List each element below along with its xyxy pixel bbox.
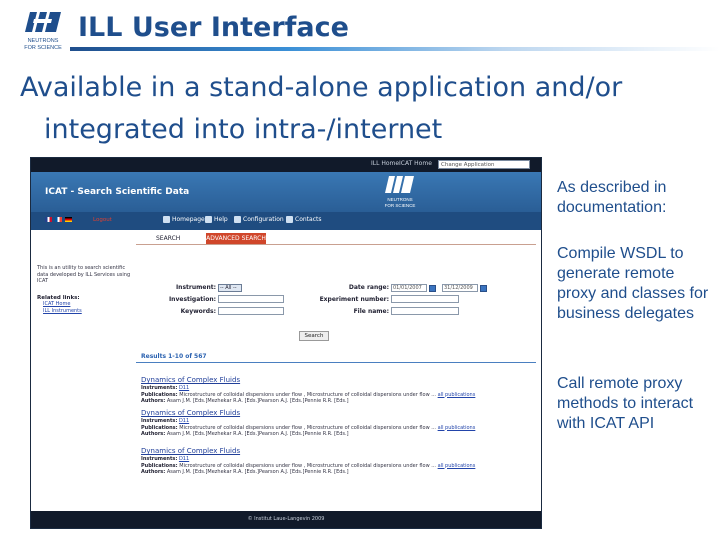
nav-configuration[interactable]: Configuration bbox=[234, 216, 284, 223]
result-title[interactable]: Dynamics of Complex Fluids bbox=[141, 409, 521, 418]
slide-subtitle-line-1: Available in a stand-alone application a… bbox=[20, 72, 623, 103]
result-title[interactable]: Dynamics of Complex Fluids bbox=[141, 376, 521, 385]
experiment-number-input[interactable] bbox=[391, 295, 459, 303]
bullet-compile-wsdl: Compile WSDL to generate remote proxy an… bbox=[557, 245, 709, 322]
instrument-label: Instrument: bbox=[175, 284, 216, 291]
result-item: Dynamics of Complex Fluids Instruments: … bbox=[141, 376, 521, 405]
help-icon bbox=[205, 216, 212, 223]
result-authors: Asam J.M. [Eds.]Mezhekar R.A. [Eds.]Pear… bbox=[166, 398, 349, 404]
tab-advanced-search[interactable]: ADVANCED SEARCH bbox=[206, 233, 266, 244]
all-publications-link[interactable]: all publications bbox=[438, 463, 476, 469]
bullet-call-remote-proxy: Call remote proxy methods to interact wi… bbox=[557, 375, 694, 432]
site-logo: NEUTRONS FOR SCIENCE bbox=[385, 176, 416, 208]
investigation-input[interactable] bbox=[218, 295, 284, 303]
nav-help[interactable]: Help bbox=[205, 216, 228, 223]
result-publications: Microstructure of colloidal dispersions … bbox=[179, 462, 437, 469]
nav-homepage[interactable]: Homepage bbox=[163, 216, 205, 223]
result-instrument-link[interactable]: D11 bbox=[179, 385, 189, 391]
date-range-label: Date range: bbox=[348, 284, 389, 291]
result-authors: Asam J.M. [Eds.]Mezhekar R.A. [Eds.]Pear… bbox=[166, 431, 349, 437]
slide-subtitle-line-2: integrated into intra-/internet bbox=[44, 114, 443, 145]
result-publications: Microstructure of colloidal dispersions … bbox=[179, 424, 437, 431]
flag-de-icon[interactable] bbox=[65, 217, 72, 222]
result-authors: Asam J.M. [Eds.]Mezhekar R.A. [Eds.]Pear… bbox=[166, 469, 349, 475]
site-title: ICAT - Search Scientific Data bbox=[45, 187, 190, 197]
flag-en-icon[interactable] bbox=[45, 217, 52, 222]
nav-contacts[interactable]: Contacts bbox=[286, 216, 321, 223]
file-name-input[interactable] bbox=[391, 307, 459, 315]
tab-divider bbox=[136, 244, 536, 245]
bullet-documentation: As described in documentation: bbox=[557, 179, 667, 216]
svg-text:NEUTRONS: NEUTRONS bbox=[387, 197, 412, 202]
date-from-input[interactable]: 01/01/2007 bbox=[391, 284, 427, 292]
sidebar-link-icat-home[interactable]: ICAT Home bbox=[43, 301, 137, 308]
results-count: Results 1-10 of 567 bbox=[141, 353, 207, 360]
sidebar: This is an utility to search scientific … bbox=[37, 265, 137, 365]
calendar-icon[interactable] bbox=[480, 285, 487, 292]
result-publications: Microstructure of colloidal dispersions … bbox=[179, 391, 437, 398]
result-item: Dynamics of Complex Fluids Instruments: … bbox=[141, 409, 521, 438]
result-instrument-link[interactable]: D11 bbox=[179, 418, 189, 424]
date-to-input[interactable]: 31/12/2009 bbox=[442, 284, 478, 292]
topbar-link-ill-home[interactable]: ILL Home bbox=[371, 160, 399, 167]
ill-logo: NEUTRONS FOR SCIENCE bbox=[20, 8, 66, 54]
topbar-link-icat-home[interactable]: ICAT Home bbox=[399, 160, 432, 167]
keywords-input[interactable] bbox=[218, 307, 284, 315]
title-divider bbox=[70, 47, 720, 51]
file-name-label: File name: bbox=[353, 308, 389, 315]
sidebar-intro: This is an utility to search scientific … bbox=[37, 265, 131, 284]
result-instrument-link[interactable]: D11 bbox=[179, 456, 189, 462]
calendar-icon[interactable] bbox=[429, 285, 436, 292]
all-publications-link[interactable]: all publications bbox=[438, 392, 476, 398]
icat-screenshot: ILL Home ICAT Home Change Application IC… bbox=[30, 157, 542, 529]
sidebar-link-ill-instruments[interactable]: ILL Instruments bbox=[43, 308, 137, 315]
all-publications-link[interactable]: all publications bbox=[438, 425, 476, 431]
experiment-number-label: Experiment number: bbox=[319, 296, 389, 303]
keywords-label: Keywords: bbox=[180, 308, 216, 315]
logout-link[interactable]: Logout bbox=[93, 217, 112, 223]
mail-icon bbox=[286, 216, 293, 223]
svg-text:NEUTRONS: NEUTRONS bbox=[28, 38, 59, 44]
home-icon bbox=[163, 216, 170, 223]
svg-text:FOR SCIENCE: FOR SCIENCE bbox=[385, 203, 416, 208]
search-button[interactable]: Search bbox=[299, 331, 329, 341]
change-application-select[interactable]: Change Application bbox=[438, 160, 530, 169]
flag-fr-icon[interactable] bbox=[55, 217, 62, 222]
instrument-select[interactable]: -- All -- bbox=[218, 284, 242, 292]
result-item: Dynamics of Complex Fluids Instruments: … bbox=[141, 447, 521, 476]
result-title[interactable]: Dynamics of Complex Fluids bbox=[141, 447, 521, 456]
tab-search[interactable]: SEARCH bbox=[156, 235, 180, 242]
slide-title: ILL User Interface bbox=[78, 12, 349, 43]
svg-text:FOR SCIENCE: FOR SCIENCE bbox=[24, 45, 62, 51]
gear-icon bbox=[234, 216, 241, 223]
footer-copyright: © Institut Laue-Langevin 2009 bbox=[247, 516, 325, 522]
investigation-label: Investigation: bbox=[168, 296, 216, 303]
